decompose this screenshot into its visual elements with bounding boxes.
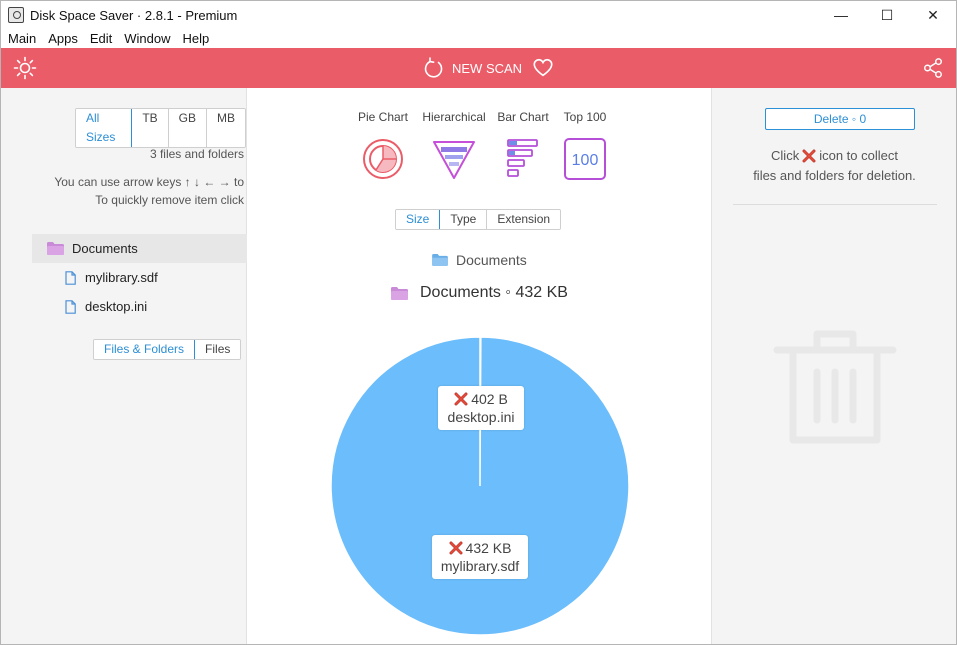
pie-slice-mylibrary-sdf[interactable] [330,336,630,636]
deletion-hint: Click icon to collect files and folders … [712,146,956,186]
left-panel: All Sizes TB GB MB 3 files and folders Y… [1,88,247,644]
slice-name: desktop.ini [447,409,515,425]
filter-files[interactable]: Files [195,340,241,359]
tree-item-label: mylibrary.sdf [85,270,158,285]
delete-x-icon[interactable] [449,541,463,555]
size-filter: All Sizes TB GB MB [75,108,246,148]
menu-edit[interactable]: Edit [84,29,118,48]
tree-item-mylibrary[interactable]: mylibrary.sdf [32,263,247,292]
svg-text:100: 100 [572,152,599,169]
delete-x-icon [802,149,816,163]
app-window: Disk Space Saver · 2.8.1 - Premium — ☐ ✕… [0,0,957,645]
menu-main[interactable]: Main [1,29,42,48]
filter-extension[interactable]: Extension [487,210,561,229]
hint-pre: Click [771,148,800,163]
pie-chart: 402 B desktop.ini 432 KB mylibrary.sdf [330,336,630,636]
filter-tb[interactable]: TB [132,109,169,147]
slice-name: mylibrary.sdf [440,558,520,574]
minimize-button[interactable]: — [818,1,864,29]
tab-bar-chart[interactable]: Bar Chart [493,109,553,181]
tree-item-label: desktop.ini [85,299,148,314]
app-icon [8,7,24,23]
breadcrumb[interactable]: Documents [432,252,527,268]
window-controls: — ☐ ✕ [818,1,956,29]
menu-window[interactable]: Window [118,29,176,48]
folder-icon [391,286,408,300]
new-scan-label: NEW SCAN [452,60,523,76]
heart-icon[interactable] [532,57,554,79]
item-count: 3 files and folders [149,147,244,161]
filter-mb[interactable]: MB [207,109,245,147]
share-icon[interactable] [922,57,944,79]
bar-chart-icon [507,139,538,177]
remove-hint: To quickly remove item click [95,193,244,207]
window-title: Disk Space Saver · 2.8.1 - Premium [30,7,238,23]
folder-icon [47,242,64,255]
filter-all-sizes[interactable]: All Sizes [76,109,133,147]
view-filter: Files & Folders Files [93,339,242,360]
delete-button[interactable]: Delete ◦ 0 [765,108,915,130]
filter-type[interactable]: Type [440,210,488,229]
file-icon [65,299,76,314]
file-icon [65,270,76,285]
divider [733,204,937,205]
new-scan-button[interactable]: NEW SCAN [424,56,522,80]
tree-item-documents[interactable]: Documents [32,234,247,263]
tab-label: Hierarchical [422,110,486,124]
filter-size[interactable]: Size [396,210,441,229]
right-panel: Delete ◦ 0 Click icon to collect files a… [711,88,956,644]
refresh-icon [424,57,443,78]
keyboard-hint: You can use arrow keys ↑ ↓ ← → to [54,175,244,189]
tab-top-100[interactable]: Top 100 100 [553,109,617,181]
hint-line-2: files and folders for deletion. [753,168,916,183]
pie-label-mylibrary: 432 KB mylibrary.sdf [432,535,528,579]
menu-bar: Main Apps Edit Window Help [1,29,956,48]
group-filter: Size Type Extension [395,209,562,230]
tab-label: Bar Chart [497,110,549,124]
toolbar: NEW SCAN [1,48,956,88]
menu-help[interactable]: Help [176,29,215,48]
maximize-button[interactable]: ☐ [864,1,910,29]
slice-size: 402 B [471,391,508,407]
title-bar: Disk Space Saver · 2.8.1 - Premium — ☐ ✕ [1,1,956,29]
current-folder-label: Documents ◦ 432 KB [420,284,568,301]
pie-label-desktop-ini: 402 B desktop.ini [438,386,524,430]
pie-chart-svg [330,336,630,636]
filter-files-folders[interactable]: Files & Folders [94,340,196,359]
slice-size: 432 KB [465,540,512,556]
view-tabs: Pie Chart Hierarchical Bar Chart Top 100… [351,109,617,181]
pie-chart-icon [363,139,403,179]
tree-item-label: Documents [72,241,138,256]
breadcrumb-folder: Documents [456,252,527,268]
file-tree: Documents mylibrary.sdf desktop.ini [32,234,247,321]
trash-icon [773,330,897,444]
theme-sun-icon[interactable] [13,56,37,80]
current-folder: Documents ◦ 432 KB [391,284,568,302]
hierarchical-icon [433,141,475,179]
folder-icon [432,254,448,266]
tab-label: Top 100 [563,110,607,124]
menu-apps[interactable]: Apps [42,29,84,48]
filter-gb[interactable]: GB [168,109,207,147]
top-100-icon: 100 [564,138,606,180]
tab-hierarchical[interactable]: Hierarchical [415,109,493,181]
tab-label: Pie Chart [357,110,409,124]
hint-post: icon to collect [819,148,898,163]
tab-pie-chart[interactable]: Pie Chart [351,109,415,181]
delete-x-icon[interactable] [454,392,468,406]
tree-item-desktop-ini[interactable]: desktop.ini [32,292,247,321]
center-panel: Pie Chart Hierarchical Bar Chart Top 100… [249,88,711,644]
close-button[interactable]: ✕ [910,1,956,29]
